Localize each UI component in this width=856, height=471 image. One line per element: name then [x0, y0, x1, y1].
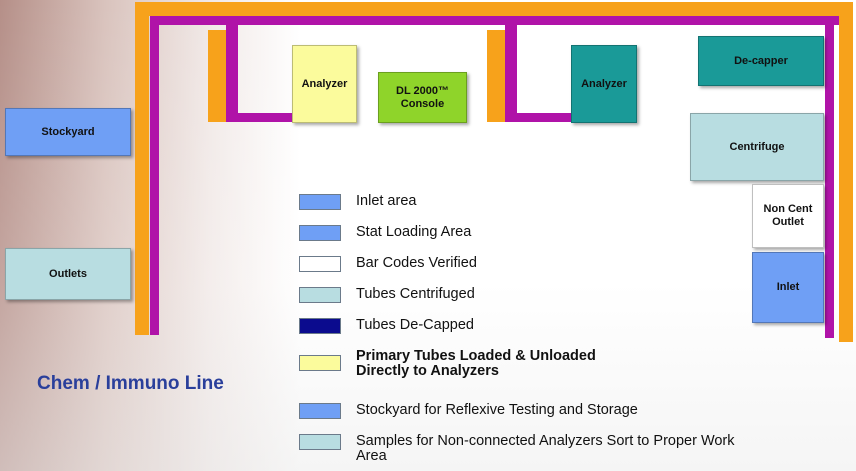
legend-item-stat-loading: Stat Loading Area: [299, 225, 471, 241]
legend-item-centrifuged: Tubes Centrifuged: [299, 287, 475, 303]
orange-left-stub: [208, 30, 226, 122]
legend-label: Tubes De-Capped: [356, 317, 474, 333]
legend-label: Inlet area: [356, 193, 417, 209]
legend-item-inlet-area: Inlet area: [299, 194, 416, 210]
stockyard-station: Stockyard: [5, 108, 131, 156]
legend-swatch: [299, 318, 341, 334]
legend-label: Bar Codes Verified: [356, 255, 477, 271]
legend-label: Stat Loading Area: [356, 224, 472, 240]
legend-swatch: [299, 355, 341, 371]
orange-top-segment: [135, 2, 853, 16]
inlet-station: Inlet: [752, 252, 824, 323]
non-cent-outlet-station: Non Cent Outlet: [752, 184, 824, 248]
legend-swatch: [299, 434, 341, 450]
centrifuge-station: Centrifuge: [690, 113, 824, 181]
purple-right-segment: [825, 16, 834, 338]
outlets-station: Outlets: [5, 248, 131, 300]
legend-swatch: [299, 403, 341, 419]
orange-left-segment: [135, 2, 149, 335]
legend-label: Stockyard for Reflexive Testing and Stor…: [356, 402, 638, 418]
legend-label: Tubes Centrifuged: [356, 286, 475, 302]
legend-label: Primary Tubes Loaded & Unloaded Directly…: [356, 348, 596, 379]
purple-left-segment: [150, 16, 159, 335]
purple-left-loop-post: [226, 16, 238, 122]
legend-item-primary-tubes: Primary Tubes Loaded & Unloaded Directly…: [299, 349, 626, 379]
legend-swatch: [299, 256, 341, 272]
purple-left-loop-base: [226, 113, 292, 122]
line-caption: Chem / Immuno Line: [37, 373, 224, 394]
legend-item-bar-codes: Bar Codes Verified: [299, 256, 477, 272]
decapper-station: De-capper: [698, 36, 824, 86]
legend-label: Samples for Non-connected Analyzers Sort…: [356, 433, 735, 464]
analyzer-left-station: Analyzer: [292, 45, 357, 123]
legend-item-decapped: Tubes De-Capped: [299, 318, 474, 334]
orange-mid-stub: [487, 30, 505, 122]
orange-right-segment: [839, 2, 853, 342]
legend-item-non-connected: Samples for Non-connected Analyzers Sort…: [299, 434, 736, 464]
legend-swatch: [299, 287, 341, 303]
purple-mid-loop-base: [505, 113, 571, 122]
purple-mid-loop-post: [505, 16, 517, 122]
console-station: DL 2000™ Console: [378, 72, 467, 123]
purple-top-segment: [150, 16, 839, 25]
analyzer-right-station: Analyzer: [571, 45, 637, 123]
legend-swatch: [299, 194, 341, 210]
legend-item-stockyard-reflex: Stockyard for Reflexive Testing and Stor…: [299, 403, 638, 419]
legend-swatch: [299, 225, 341, 241]
